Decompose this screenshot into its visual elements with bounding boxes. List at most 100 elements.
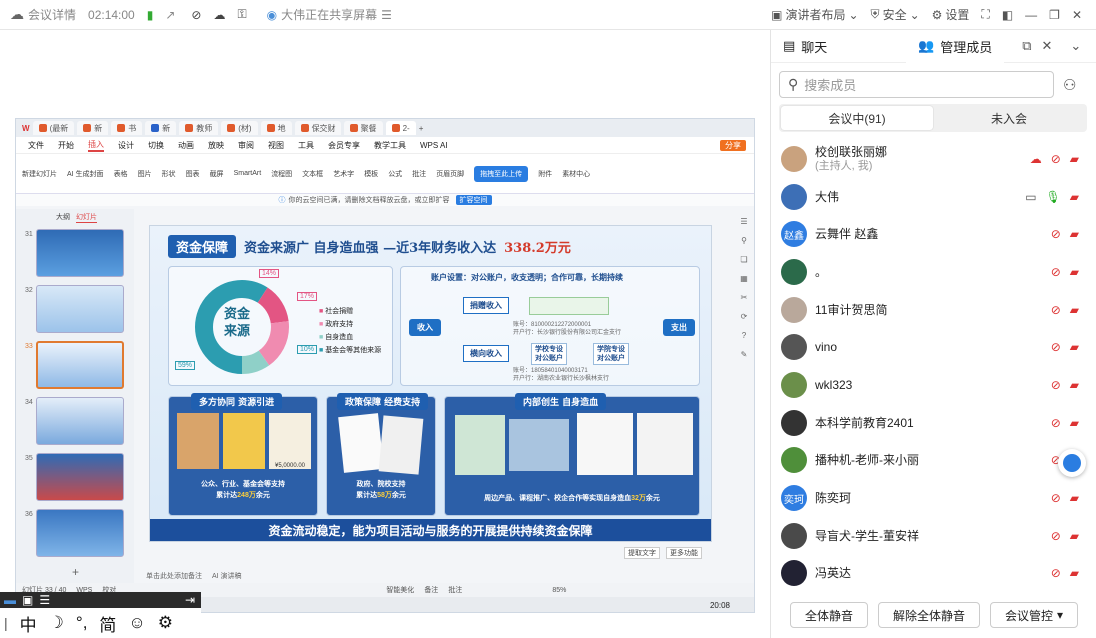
mic-muted-icon[interactable]: ⊘ bbox=[1051, 303, 1061, 317]
add-slide-icon[interactable]: + bbox=[72, 565, 79, 579]
menu-design[interactable]: 设计 bbox=[118, 140, 134, 151]
ime-moon-icon[interactable]: ☽ bbox=[49, 613, 64, 633]
ribbon-flowchart[interactable]: 流程图 bbox=[271, 169, 292, 179]
new-tab-icon[interactable]: + bbox=[419, 124, 424, 133]
zoom-level[interactable]: 85% bbox=[552, 587, 566, 594]
camera-off-icon[interactable]: ▰ bbox=[1070, 152, 1079, 166]
ime-chinese-toggle[interactable]: 中 bbox=[20, 611, 37, 636]
popout-icon[interactable]: ↗ bbox=[165, 8, 175, 22]
slides-tab[interactable]: 幻灯片 bbox=[76, 212, 97, 223]
ribbon-image[interactable]: 图片 bbox=[138, 169, 152, 179]
menu-animation[interactable]: 动画 bbox=[178, 140, 194, 151]
slide-thumbnail[interactable] bbox=[36, 509, 124, 557]
member-row[interactable]: 播种机-老师-来小丽⊘▰ bbox=[771, 442, 1096, 480]
sidebar-toggle-icon[interactable]: ◧ bbox=[1002, 8, 1013, 22]
menu-member[interactable]: 会员专享 bbox=[328, 140, 360, 151]
camera-off-icon[interactable]: ▰ bbox=[1070, 529, 1079, 543]
chevron-down-icon[interactable]: ⌄ bbox=[1070, 38, 1081, 54]
ribbon-materials[interactable]: 素材中心 bbox=[562, 169, 590, 179]
fullscreen-icon[interactable]: ⛶ bbox=[981, 7, 989, 22]
upload-button[interactable]: 拖拽至此上传 bbox=[474, 165, 529, 182]
menu-tools[interactable]: 工具 bbox=[298, 140, 314, 151]
tool-icon[interactable]: ☰ bbox=[740, 217, 747, 226]
ribbon-shape[interactable]: 形状 bbox=[162, 169, 176, 179]
wps-tab-active[interactable]: 2- bbox=[385, 121, 416, 135]
wps-logo-icon[interactable]: W bbox=[22, 124, 30, 133]
notes-placeholder[interactable]: 单击此处添加备注 bbox=[146, 571, 202, 581]
wps-tab[interactable]: (材) bbox=[221, 121, 258, 135]
slide-thumbnail[interactable] bbox=[36, 285, 124, 333]
close-icon[interactable]: ✕ bbox=[1042, 38, 1053, 54]
expand-space-button[interactable]: 扩容空间 bbox=[455, 195, 492, 205]
close-icon[interactable]: ✕ bbox=[1072, 8, 1082, 22]
ribbon-chart[interactable]: 图表 bbox=[186, 169, 200, 179]
member-row[interactable]: 校创联张丽娜 (主持人, 我) ☁ ⊘ ▰ bbox=[771, 140, 1096, 178]
slide-thumbnail-current[interactable] bbox=[36, 341, 124, 389]
member-row[interactable]: 奕珂 陈奕珂 ⊘ ▰ bbox=[771, 479, 1096, 517]
tab-manage-members[interactable]: 👥 管理成员 bbox=[906, 29, 1005, 63]
ime-icon[interactable]: ☰ bbox=[39, 593, 50, 607]
ribbon-wordart[interactable]: 艺术字 bbox=[333, 169, 354, 179]
mic-muted-icon[interactable]: ⊘ bbox=[1051, 340, 1061, 354]
search-input[interactable]: 搜索成员 bbox=[804, 75, 856, 94]
member-row[interactable]: 冯英达 ⊘ ▰ bbox=[771, 555, 1096, 593]
tool-icon[interactable]: ❏ bbox=[740, 255, 747, 264]
ribbon-ai-cover[interactable]: AI 生成封面 bbox=[67, 169, 104, 179]
wps-tab[interactable]: 书 bbox=[111, 121, 143, 135]
tool-icon[interactable]: ✂ bbox=[741, 293, 748, 302]
mic-muted-icon[interactable]: ⊘ bbox=[1051, 227, 1061, 241]
mic-on-icon[interactable]: 🎙 bbox=[1046, 190, 1061, 204]
camera-off-icon[interactable]: ▰ bbox=[1070, 416, 1079, 430]
wps-tab[interactable]: 地 bbox=[260, 121, 292, 135]
wps-tab[interactable]: 新 bbox=[77, 121, 109, 135]
camera-off-icon[interactable]: ▰ bbox=[1070, 190, 1079, 204]
tool-icon[interactable]: ⟳ bbox=[741, 312, 748, 321]
member-row[interactable]: vino ⊘ ▰ bbox=[771, 328, 1096, 366]
ime-settings-icon[interactable]: ⚙ bbox=[158, 613, 173, 633]
member-row[interactable]: 导盲犬-学生-董安祥 ⊘ ▰ bbox=[771, 517, 1096, 555]
wps-share-button[interactable]: 分享 bbox=[720, 139, 746, 151]
ribbon-table[interactable]: 表格 bbox=[114, 169, 128, 179]
wps-tab[interactable]: 教师 bbox=[179, 121, 219, 135]
segment-not-joined[interactable]: 未入会 bbox=[933, 106, 1085, 130]
ribbon-comment[interactable]: 批注 bbox=[412, 169, 426, 179]
menu-slideshow[interactable]: 放映 bbox=[208, 140, 224, 151]
member-row[interactable]: 11审计贺思简 ⊘ ▰ bbox=[771, 291, 1096, 329]
floating-assistant-button[interactable] bbox=[1058, 449, 1086, 477]
member-row[interactable]: 。 ⊘ ▰ bbox=[771, 253, 1096, 291]
mic-muted-icon[interactable]: ⊘ bbox=[1051, 529, 1061, 543]
ribbon-smartart[interactable]: SmartArt bbox=[234, 170, 262, 177]
mic-muted-icon[interactable]: ⊘ bbox=[1051, 265, 1061, 279]
tool-icon[interactable]: ? bbox=[742, 331, 746, 340]
slide-thumbnail[interactable] bbox=[36, 453, 124, 501]
member-row[interactable]: 本科学前教育2401 ⊘ ▰ bbox=[771, 404, 1096, 442]
mic-muted-icon[interactable]: ⊘ bbox=[1051, 378, 1061, 392]
ime-punct-toggle[interactable]: °, bbox=[76, 613, 88, 633]
ime-icon[interactable]: ▬ bbox=[4, 593, 16, 607]
mute-all-button[interactable]: 全体静音 bbox=[789, 602, 868, 628]
ime-simplified-toggle[interactable]: 简 bbox=[99, 611, 116, 636]
ribbon-new-slide[interactable]: 新建幻灯片 bbox=[22, 169, 57, 179]
cloud-icon[interactable]: ☁ bbox=[213, 8, 225, 22]
more-functions-button[interactable]: 更多功能 bbox=[666, 547, 702, 559]
menu-view[interactable]: 视图 bbox=[268, 140, 284, 151]
wps-tab[interactable]: 新 bbox=[145, 121, 177, 135]
add-user-icon[interactable]: ⚇ bbox=[1063, 76, 1076, 94]
settings-button[interactable]: ⚙ 设置 bbox=[932, 6, 970, 23]
camera-off-icon[interactable]: ▰ bbox=[1070, 491, 1079, 505]
member-row[interactable]: 大伟 ▭ 🎙 ▰ bbox=[771, 178, 1096, 216]
ime-emoji-icon[interactable]: ☺ bbox=[128, 613, 145, 633]
segment-in-meeting[interactable]: 会议中(91) bbox=[781, 106, 933, 130]
menu-home[interactable]: 开始 bbox=[58, 140, 74, 151]
meeting-info[interactable]: ☁ 会议详情 02:14:00 ▮ ↗ bbox=[10, 6, 175, 23]
mic-muted-icon[interactable]: ⊘ bbox=[1051, 152, 1061, 166]
menu-transition[interactable]: 切换 bbox=[148, 140, 164, 151]
ai-script-button[interactable]: AI 演讲稿 bbox=[212, 571, 242, 581]
mic-muted-icon[interactable]: ⊘ bbox=[1051, 491, 1061, 505]
security-button[interactable]: ⛨ 安全 ⌄ bbox=[871, 6, 920, 23]
camera-off-icon[interactable]: ▰ bbox=[1070, 303, 1079, 317]
mic-muted-icon[interactable]: ⊘ bbox=[1051, 416, 1061, 430]
ime-handle[interactable]: | bbox=[4, 615, 8, 631]
extract-text-button[interactable]: 提取文字 bbox=[624, 547, 660, 559]
menu-teaching[interactable]: 教学工具 bbox=[374, 140, 406, 151]
